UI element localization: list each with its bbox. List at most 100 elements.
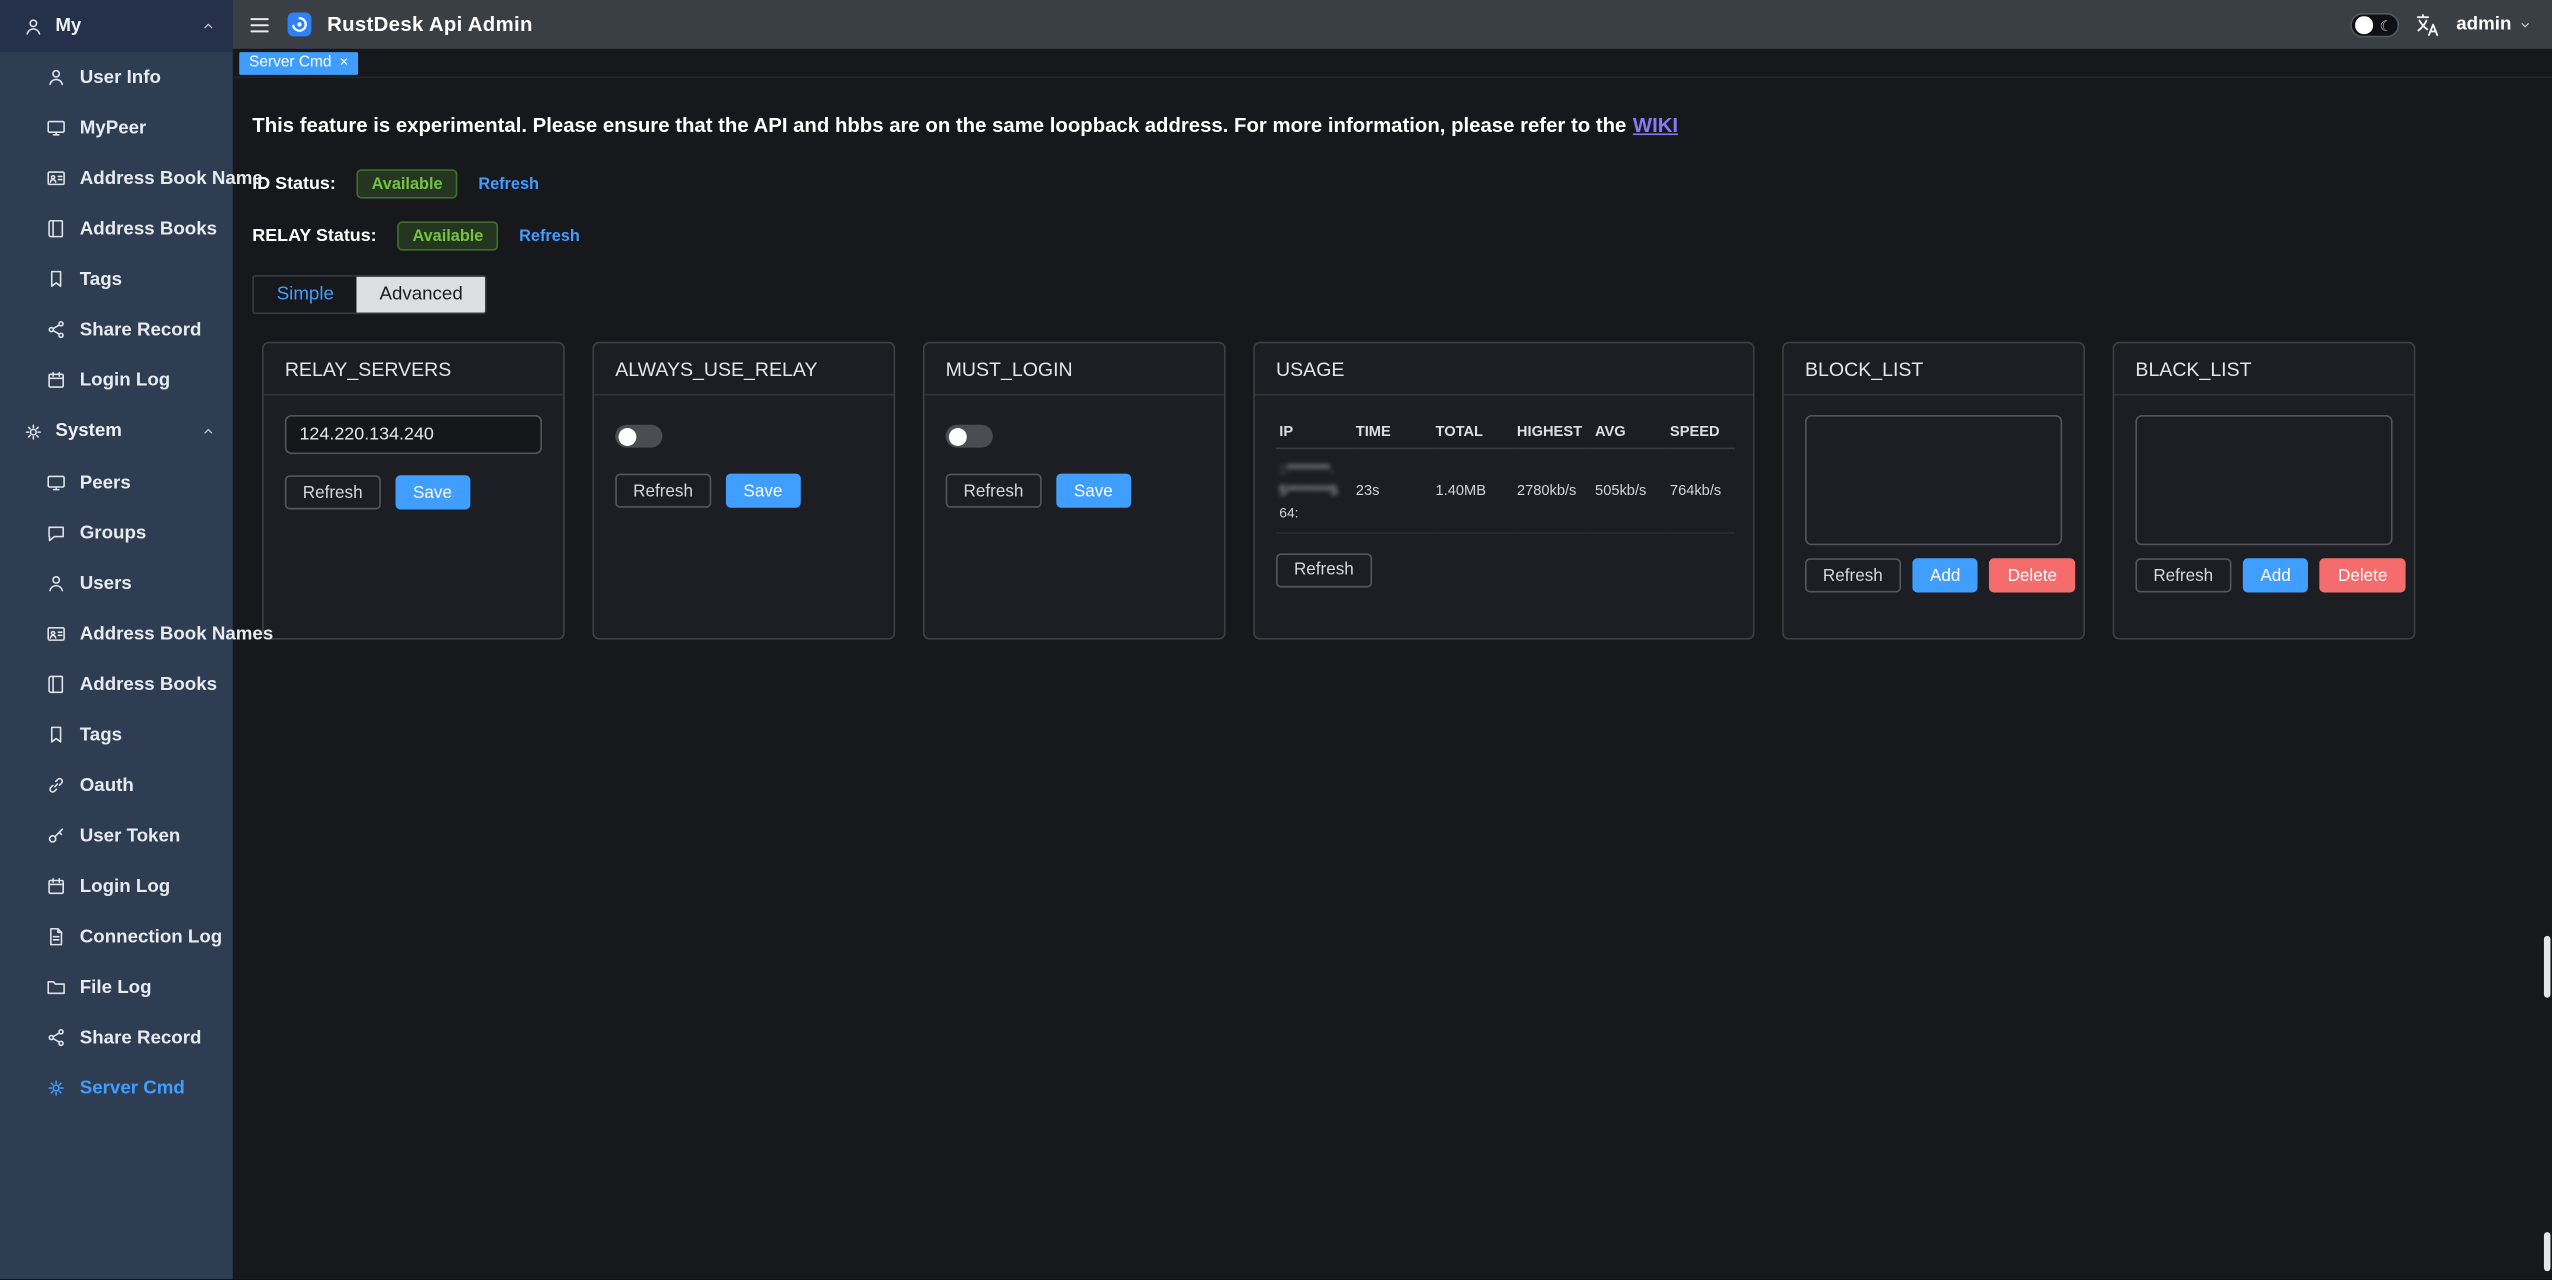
id-status-row: ID Status: Available Refresh [252,169,2532,198]
cell-highest: 2780kb/s [1514,449,1592,534]
card-header: BLOCK_LIST [1784,343,2083,395]
cell-ip: ::********. 5********5 64: [1276,449,1352,534]
sidebar-item-users[interactable]: Users [0,558,233,608]
sidebar-item-tags-system[interactable]: Tags [0,710,233,760]
user-icon [46,573,67,594]
black-list-textarea[interactable] [2135,415,2392,545]
translate-icon[interactable] [2414,11,2442,39]
sidebar-item-peers[interactable]: Peers [0,457,233,507]
sidebar-group-my-label: My [55,16,81,36]
sidebar-item-mypeer[interactable]: MyPeer [0,103,233,153]
scrollbar-thumb[interactable] [2544,1232,2551,1271]
tab-server-cmd[interactable]: Server Cmd × [239,51,358,74]
sidebar-item-address-book-names[interactable]: Address Book Names [0,609,233,659]
always-use-relay-save-button[interactable]: Save [726,474,801,508]
sidebar-item-label: Address Books [80,219,217,239]
always-use-relay-toggle[interactable] [615,425,662,448]
sidebar-item-address-books[interactable]: Address Books [0,203,233,253]
sidebar-item-user-token[interactable]: User Token [0,811,233,861]
must-login-toggle[interactable] [946,425,993,448]
sidebar-item-label: Login Log [80,876,170,896]
card-title: BLOCK_LIST [1805,357,1923,380]
sidebar-item-share-record[interactable]: Share Record [0,304,233,354]
sidebar-item-oauth[interactable]: Oauth [0,760,233,810]
chevron-down-icon [2518,17,2533,32]
user-menu-label: admin [2456,15,2511,35]
monitor-icon [46,117,67,138]
bookmark-icon [46,724,67,745]
card-title: BLACK_LIST [2135,357,2251,380]
sidebar-group-my[interactable]: My [0,0,233,52]
sidebar-item-label: Server Cmd [80,1078,185,1098]
relay-status-row: RELAY Status: Available Refresh [252,221,2532,250]
sidebar-item-login-log-system[interactable]: Login Log [0,861,233,911]
close-icon[interactable]: × [340,55,349,70]
relay-status-refresh-link[interactable]: Refresh [519,227,580,245]
sidebar-item-address-book-name[interactable]: Address Book Name [0,153,233,203]
block-list-refresh-button[interactable]: Refresh [1805,558,1901,592]
black-list-delete-button[interactable]: Delete [2320,558,2405,592]
sidebar-item-login-log[interactable]: Login Log [0,355,233,405]
card-black-list: BLACK_LIST Refresh Add Delete [2113,342,2416,640]
sidebar-item-server-cmd[interactable]: Server Cmd [0,1063,233,1113]
key-icon [46,825,67,846]
card-header: USAGE [1255,343,1753,395]
always-use-relay-refresh-button[interactable]: Refresh [615,474,711,508]
share-icon [46,1027,67,1048]
id-status-refresh-link[interactable]: Refresh [478,175,539,193]
sidebar-item-label: Address Book Names [80,624,273,644]
user-menu[interactable]: admin [2456,15,2532,35]
sidebar-item-address-books-system[interactable]: Address Books [0,659,233,709]
tab-simple[interactable]: Simple [254,277,357,313]
chat-icon [46,522,67,543]
sidebar-item-user-info[interactable]: User Info [0,52,233,102]
monitor-icon [46,472,67,493]
hamburger-menu-icon[interactable] [247,12,271,36]
user-icon [46,67,67,88]
wiki-link[interactable]: WIKI [1633,114,1678,137]
relay-servers-refresh-button[interactable]: Refresh [285,475,381,509]
id-status-label: ID Status: [252,174,336,194]
card-title: RELAY_SERVERS [285,357,451,380]
mode-tabs: Simple Advanced [252,275,487,314]
black-list-refresh-button[interactable]: Refresh [2135,558,2231,592]
usage-table-row: ::********. 5********5 64: 23s 1.40MB 27… [1276,449,1732,534]
tab-advanced[interactable]: Advanced [357,277,486,313]
relay-servers-save-button[interactable]: Save [395,475,470,509]
calendar-icon [46,369,67,390]
must-login-save-button[interactable]: Save [1056,474,1131,508]
bookmark-icon [46,269,67,290]
document-icon [46,926,67,947]
sidebar-item-label: Groups [80,523,147,543]
sidebar-item-tags[interactable]: Tags [0,254,233,304]
dark-mode-toggle[interactable]: ☾ [2350,12,2399,36]
card-header: RELAY_SERVERS [264,343,563,395]
sidebar-item-label: Tags [80,725,122,745]
toggle-knob [618,427,636,445]
moon-icon: ☾ [2380,15,2393,36]
must-login-refresh-button[interactable]: Refresh [946,474,1042,508]
sidebar-item-label: User Token [80,826,181,846]
sidebar-item-groups[interactable]: Groups [0,508,233,558]
sidebar-item-label: Oauth [80,776,134,796]
experimental-notice: This feature is experimental. Please ens… [252,114,2532,137]
relay-servers-input[interactable] [285,415,542,454]
block-list-delete-button[interactable]: Delete [1990,558,2075,592]
sidebar-item-share-record-system[interactable]: Share Record [0,1012,233,1062]
black-list-add-button[interactable]: Add [2242,558,2308,592]
usage-table-header: IP TIME TOTAL HIGHEST AVG SPEED [1276,415,1732,449]
usage-refresh-button[interactable]: Refresh [1276,553,1372,587]
scrollbar-thumb[interactable] [2544,936,2551,998]
column-header-highest: HIGHEST [1514,415,1592,449]
sidebar-item-label: Users [80,574,132,594]
card-header: BLACK_LIST [2114,343,2413,395]
sidebar-item-file-log[interactable]: File Log [0,962,233,1012]
sidebar-item-label: User Info [80,68,161,88]
card-always-use-relay: ALWAYS_USE_RELAY Refresh Save [592,342,895,640]
card-relay-servers: RELAY_SERVERS Refresh Save [262,342,565,640]
sidebar-group-system[interactable]: System [0,405,233,457]
block-list-add-button[interactable]: Add [1912,558,1978,592]
sidebar-item-connection-log[interactable]: Connection Log [0,911,233,961]
card-usage: USAGE IP TIME TOTAL HIGHEST AVG SPEED ::… [1253,342,1754,640]
block-list-textarea[interactable] [1805,415,2062,545]
